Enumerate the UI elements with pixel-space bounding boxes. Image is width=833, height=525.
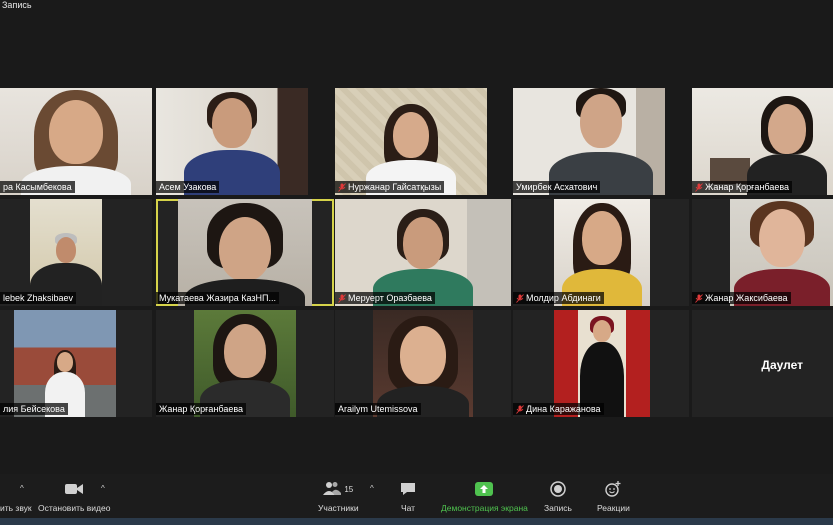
participant-name: Жанар Жаксибаева <box>692 292 791 304</box>
participant-name: Даулет <box>761 358 803 372</box>
unmute-button[interactable]: ить звук <box>0 480 32 513</box>
participant-tile[interactable]: Жанар Жаксибаева <box>692 199 833 306</box>
participant-name: Жанар Қорғанбаева <box>692 181 793 193</box>
participant-name: Мукатаева Жазира КазНП... <box>156 292 279 304</box>
participant-name: Умирбек Асхатович <box>513 181 601 193</box>
recording-indicator: Запись <box>2 0 32 10</box>
participant-tile-no-video[interactable]: Даулет <box>692 310 833 417</box>
chat-bubble-icon <box>400 480 416 498</box>
participant-tile[interactable]: Arailym Utemissova <box>335 310 511 417</box>
audio-options-chevron-up-icon[interactable]: ^ <box>20 484 24 493</box>
stop-video-button[interactable]: Остановить видео <box>38 480 110 513</box>
mic-muted-icon <box>516 404 524 414</box>
participants-button[interactable]: 15 Участники <box>318 480 359 513</box>
participant-name: Дина Каражанова <box>513 403 604 415</box>
participant-name: ра Касымбекова <box>0 181 75 193</box>
mic-muted-icon <box>338 182 346 192</box>
participant-name: lebek Zhaksibaev <box>0 292 77 304</box>
video-camera-icon <box>65 480 84 498</box>
share-screen-button[interactable]: Демонстрация экрана <box>441 480 528 513</box>
video-options-chevron-up-icon[interactable]: ^ <box>101 484 105 493</box>
participant-tile[interactable]: Меруерт Оразбаева <box>335 199 511 306</box>
participant-name: Асем Узакова <box>156 181 220 193</box>
record-button[interactable]: Запись <box>544 480 572 513</box>
participant-tile[interactable]: ра Касымбекова <box>0 88 152 195</box>
participant-name: лия Бейсекова <box>0 403 68 415</box>
participants-count: 15 <box>344 484 354 494</box>
reactions-button[interactable]: Реакции <box>597 480 630 513</box>
share-screen-icon <box>475 480 494 498</box>
mic-muted-icon <box>695 293 703 303</box>
os-taskbar <box>0 518 833 525</box>
mic-muted-icon <box>516 293 524 303</box>
participant-name: Нуржанар Гайсатқызы <box>335 181 445 193</box>
record-icon <box>550 480 566 498</box>
participants-options-chevron-up-icon[interactable]: ^ <box>370 484 374 493</box>
participant-tile[interactable]: Умирбек Асхатович <box>513 88 665 195</box>
chat-button[interactable]: Чат <box>400 480 416 513</box>
participant-tile[interactable]: lebek Zhaksibaev <box>0 199 152 306</box>
participant-tile[interactable]: Жанар Қорғанбаева <box>156 310 334 417</box>
participants-icon <box>323 481 342 497</box>
participant-name: Молдир Абдинаги <box>513 292 604 304</box>
emoji-plus-icon <box>605 480 621 498</box>
participant-tile[interactable]: Жанар Қорғанбаева <box>692 88 833 195</box>
participant-tile[interactable]: Нуржанар Гайсатқызы <box>335 88 487 195</box>
participant-tile[interactable]: Асем Узакова <box>156 88 308 195</box>
mic-muted-icon <box>695 182 703 192</box>
participant-name: Жанар Қорғанбаева <box>156 403 247 415</box>
participant-name: Меруерт Оразбаева <box>335 292 435 304</box>
participant-tile[interactable]: лия Бейсекова <box>0 310 152 417</box>
participant-tile[interactable]: Дина Каражанова <box>513 310 689 417</box>
mic-muted-icon <box>338 293 346 303</box>
participant-name: Arailym Utemissova <box>335 403 421 415</box>
participant-tile[interactable]: Молдир Абдинаги <box>513 199 689 306</box>
participant-tile-active-speaker[interactable]: Мукатаева Жазира КазНП... <box>156 199 334 306</box>
